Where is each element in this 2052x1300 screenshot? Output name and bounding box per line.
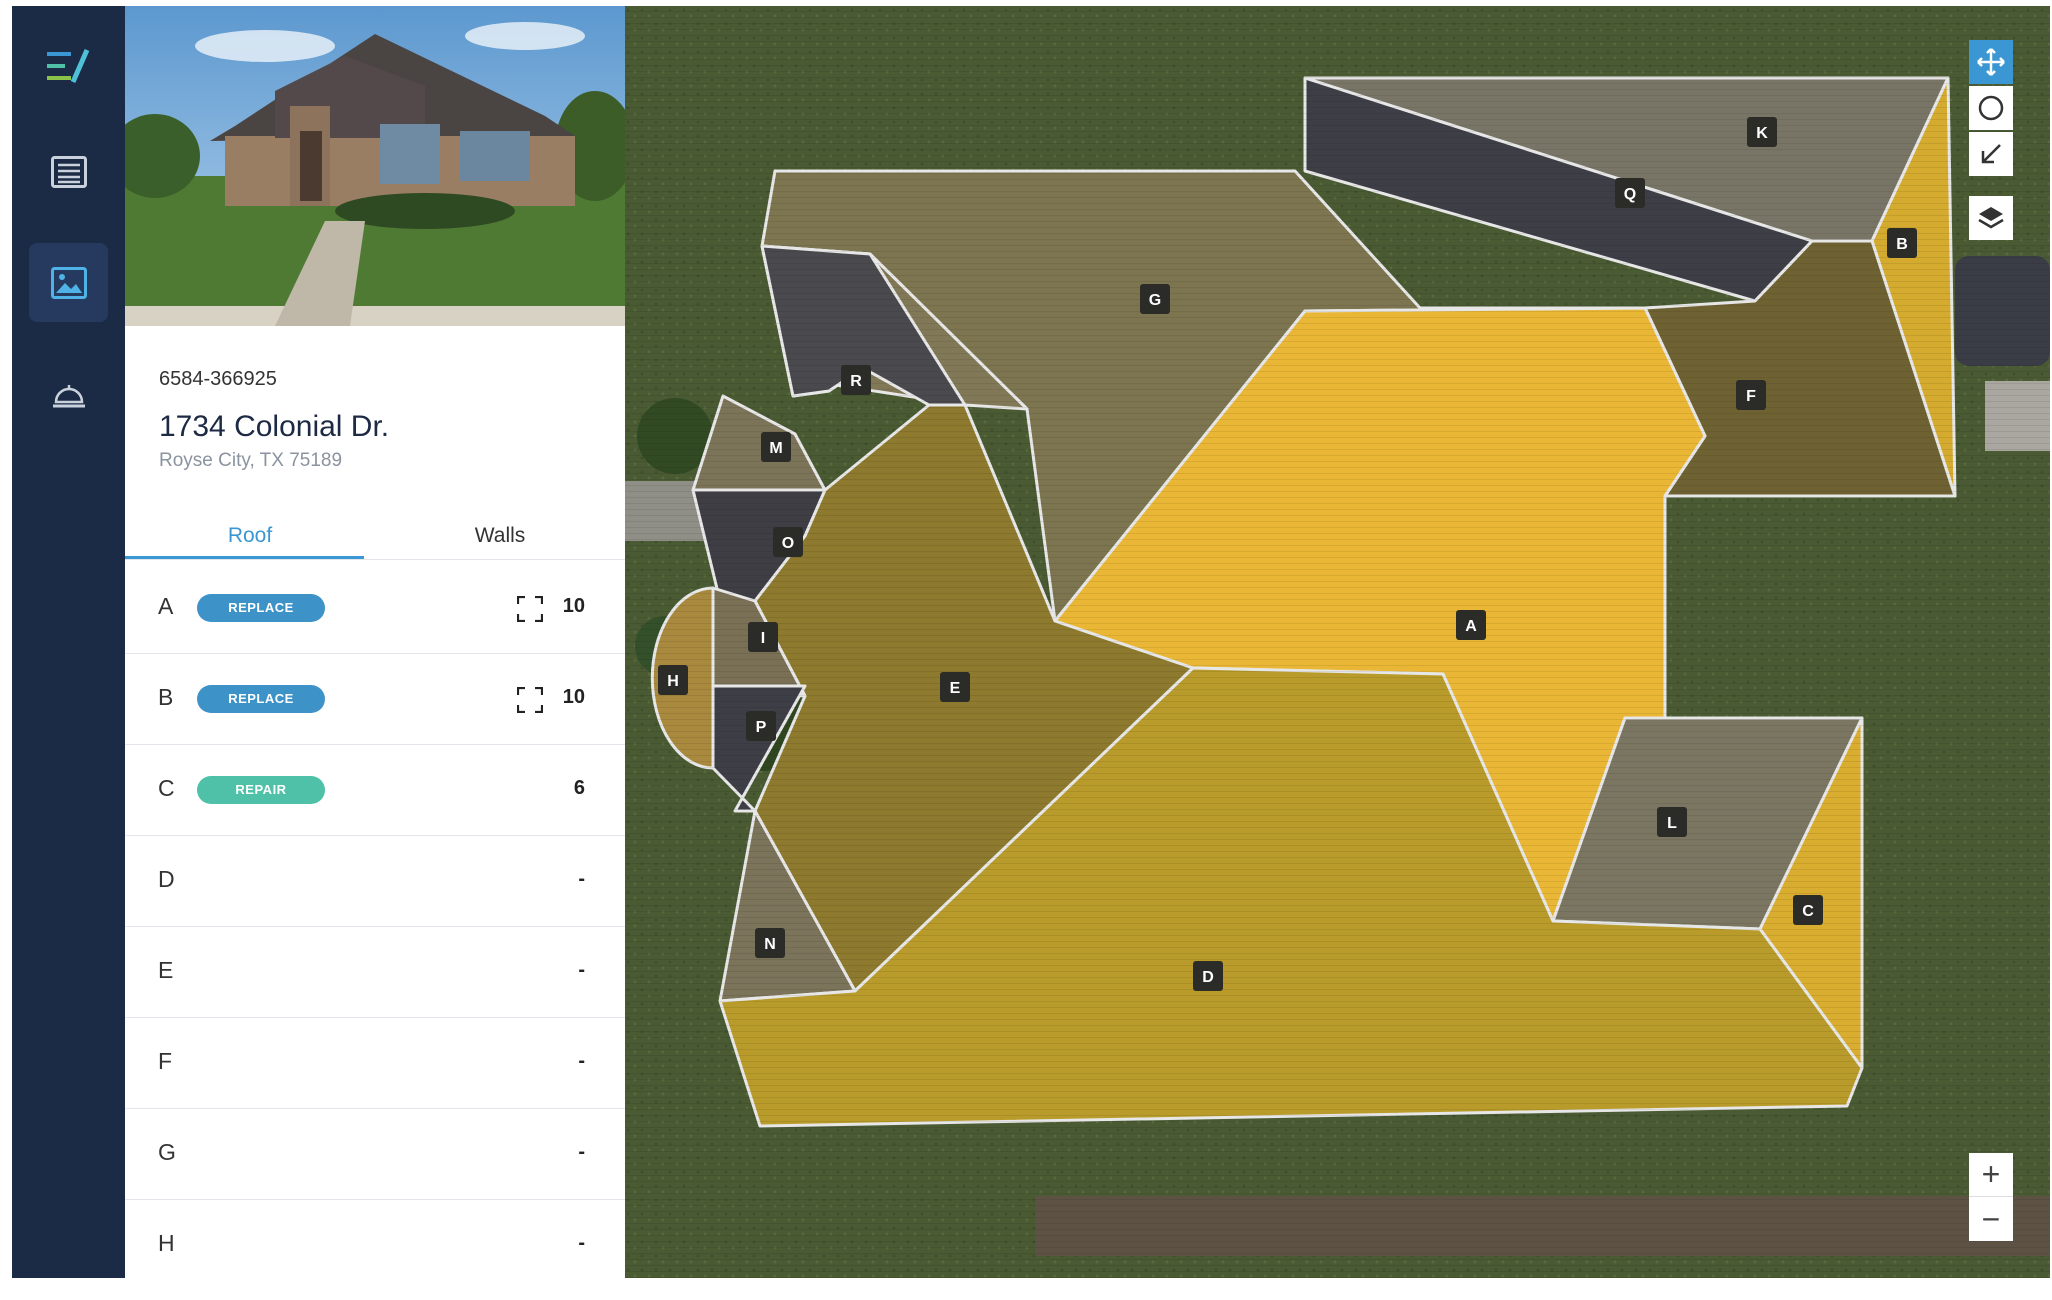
facet-letter: B xyxy=(158,684,174,710)
svg-text:H: H xyxy=(667,673,679,690)
facet-label-c[interactable]: C xyxy=(1793,895,1823,925)
facet-letter: F xyxy=(158,1048,173,1074)
svg-text:N: N xyxy=(764,936,776,953)
facet-value: - xyxy=(578,1232,585,1254)
svg-text:B: B xyxy=(1896,236,1908,253)
facet-label-k[interactable]: K xyxy=(1747,117,1777,147)
facet-row-b[interactable]: B REPLACE 10 xyxy=(125,654,625,745)
facet-row-f[interactable]: F - xyxy=(125,1018,625,1109)
facet-letter: G xyxy=(158,1139,176,1165)
service-bell-icon[interactable] xyxy=(29,354,108,433)
zoom-out-button[interactable]: − xyxy=(1969,1197,2013,1241)
tab-roof[interactable]: Roof xyxy=(125,524,375,548)
facet-letter: H xyxy=(158,1230,175,1256)
roof-map[interactable]: A B C D E F G H I K L M N O P Q R xyxy=(625,6,2050,1278)
svg-text:K: K xyxy=(1756,125,1768,142)
property-address: 1734 Colonial Dr. xyxy=(159,410,390,443)
facet-label-r[interactable]: R xyxy=(841,365,871,395)
property-city: Royse City, TX 75189 xyxy=(159,450,343,471)
facet-label-d[interactable]: D xyxy=(1193,961,1223,991)
svg-text:C: C xyxy=(1802,903,1814,920)
move-icon[interactable] xyxy=(1969,40,2013,84)
facet-value: - xyxy=(578,1141,585,1163)
layers-icon[interactable] xyxy=(1969,196,2013,240)
svg-text:L: L xyxy=(1667,815,1677,832)
svg-text:G: G xyxy=(1149,292,1161,309)
facet-label-l[interactable]: L xyxy=(1657,807,1687,837)
facet-label-q[interactable]: Q xyxy=(1615,178,1645,208)
expand-icon[interactable] xyxy=(517,687,543,713)
facet-label-g[interactable]: G xyxy=(1140,284,1170,314)
facet-row-h[interactable]: H - xyxy=(125,1200,625,1278)
facet-label-i[interactable]: I xyxy=(748,622,778,652)
facet-label-h[interactable]: H xyxy=(658,665,688,695)
status-badge: REPLACE xyxy=(197,685,325,713)
svg-text:O: O xyxy=(782,535,794,552)
wooden-fence xyxy=(1035,1196,2050,1256)
tab-walls[interactable]: Walls xyxy=(375,524,625,548)
claim-panel: 6584-366925 1734 Colonial Dr. Royse City… xyxy=(125,6,625,1278)
facet-value: - xyxy=(578,1050,585,1072)
facet-label-e[interactable]: E xyxy=(940,672,970,702)
facet-label-o[interactable]: O xyxy=(773,527,803,557)
svg-text:D: D xyxy=(1202,969,1214,986)
facet-label-p[interactable]: P xyxy=(746,711,776,741)
facet-letter: E xyxy=(158,957,174,983)
document-list-icon[interactable] xyxy=(29,132,108,211)
facet-value: 10 xyxy=(562,595,585,617)
svg-text:R: R xyxy=(850,373,862,390)
svg-text:I: I xyxy=(761,630,765,647)
facet-value: 6 xyxy=(573,777,585,799)
facet-letter: C xyxy=(158,775,175,801)
facet-label-n[interactable]: N xyxy=(755,928,785,958)
svg-text:E: E xyxy=(950,680,961,697)
circle-draw-icon[interactable] xyxy=(1969,86,2013,130)
tab-divider xyxy=(125,559,625,560)
image-icon[interactable] xyxy=(29,243,108,322)
side-nav xyxy=(12,6,125,1278)
parked-car xyxy=(1955,256,2050,366)
facet-value: 10 xyxy=(562,686,585,708)
svg-text:Q: Q xyxy=(1624,186,1636,203)
facet-value: - xyxy=(578,959,585,981)
facet-label-a[interactable]: A xyxy=(1456,610,1486,640)
app-logo-icon[interactable] xyxy=(29,26,108,105)
claim-number: 6584-366925 xyxy=(159,368,277,390)
facet-letter: D xyxy=(158,866,175,892)
facet-label-b[interactable]: B xyxy=(1887,228,1917,258)
facet-row-a[interactable]: A REPLACE 10 xyxy=(125,563,625,654)
facet-label-f[interactable]: F xyxy=(1736,380,1766,410)
facet-letter: A xyxy=(158,593,174,619)
facet-row-g[interactable]: G - xyxy=(125,1109,625,1200)
facet-row-e[interactable]: E - xyxy=(125,927,625,1018)
zoom-control: + − xyxy=(1969,1153,2013,1241)
facet-row-d[interactable]: D - xyxy=(125,836,625,927)
status-badge: REPLACE xyxy=(197,594,325,622)
driveway xyxy=(1985,381,2050,451)
facet-value: - xyxy=(578,868,585,890)
facet-row-c[interactable]: C REPAIR 6 xyxy=(125,745,625,836)
expand-icon[interactable] xyxy=(517,596,543,622)
arrow-down-left-icon[interactable] xyxy=(1969,132,2013,176)
zoom-in-button[interactable]: + xyxy=(1969,1153,2013,1197)
facet-label-m[interactable]: M xyxy=(761,432,791,462)
svg-text:A: A xyxy=(1465,618,1477,635)
svg-text:M: M xyxy=(769,440,782,457)
status-badge: REPAIR xyxy=(197,776,325,804)
house-photo xyxy=(125,6,625,326)
svg-text:P: P xyxy=(756,719,767,736)
svg-text:F: F xyxy=(1746,388,1756,405)
